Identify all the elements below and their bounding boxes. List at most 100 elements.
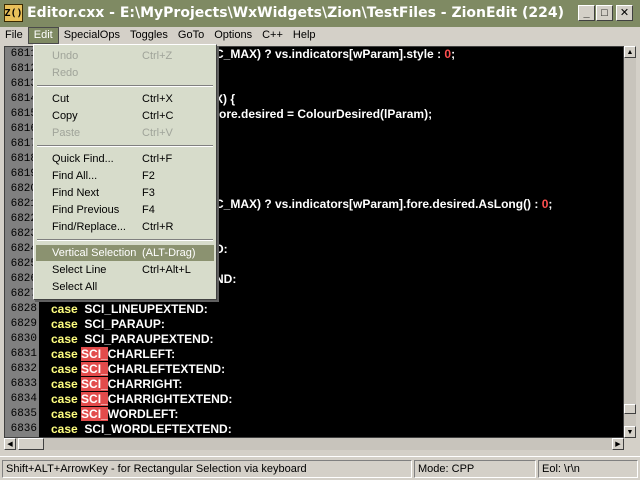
selection-highlight: SCI_ (81, 347, 108, 361)
menu-item-copy[interactable]: Copy Ctrl+C (36, 108, 214, 124)
menu-edit[interactable]: Edit (27, 27, 59, 44)
code-token: SCI_PARAUP: (81, 317, 165, 331)
code-text: C_MAX) ? vs.indicators[wParam].fore.desi… (215, 197, 552, 212)
code-token: SCI_WORDLEFTEXTEND: (81, 422, 232, 436)
menu-help[interactable]: Help (288, 27, 321, 44)
app-icon[interactable]: Z() (4, 4, 23, 22)
scroll-left-arrow-icon[interactable]: ◀ (4, 438, 16, 450)
code-token: SCI_LINEUPEXTEND: (81, 302, 208, 316)
close-button[interactable]: ✕ (616, 5, 633, 21)
code-text: X) { (215, 92, 235, 107)
title-bar: Z() Editor.cxx - E:\MyProjects\WxWidgets… (0, 0, 640, 27)
menu-item-quick-find[interactable]: Quick Find... Ctrl+F (36, 151, 214, 167)
scroll-down-arrow-icon[interactable]: ▼ (624, 426, 636, 438)
menu-item-undo[interactable]: Undo Ctrl+Z (36, 48, 214, 64)
code-line[interactable]: 6836 case SCI_WORDLEFTEXTEND: (5, 422, 623, 437)
scroll-up-arrow-icon[interactable]: ▲ (624, 46, 636, 58)
menu-separator (37, 85, 213, 87)
code-token: CHARLEFT: (107, 347, 176, 361)
scrollbar-corner (624, 438, 636, 450)
code-text: ND: (215, 272, 236, 287)
menu-file[interactable]: File (0, 27, 28, 44)
code-token: WORDLEFT: (107, 407, 179, 421)
code-line[interactable]: 6835 case SCI_WORDLEFT: (5, 407, 623, 422)
code-token: X) { (215, 92, 236, 106)
code-token: CHARRIGHT: (107, 377, 183, 391)
menu-item-select-all[interactable]: Select All (36, 279, 214, 295)
keyword-token: case (51, 422, 78, 436)
keyword-token: case (51, 407, 78, 421)
code-token: SCI_PARAUPEXTEND: (81, 332, 214, 346)
menu-toggles[interactable]: Toggles (125, 27, 173, 44)
line-number: 6830 (10, 333, 37, 345)
keyword-token: case (51, 332, 78, 346)
menu-separator (37, 239, 213, 241)
code-line[interactable]: 6829 case SCI_PARAUP: (5, 317, 623, 332)
line-number: 6835 (10, 408, 37, 420)
code-text: case SCI_WORDLEFT: (51, 407, 178, 422)
menu-goto[interactable]: GoTo (173, 27, 209, 44)
menu-bar: File Edit SpecialOps Toggles GoTo Option… (0, 27, 640, 44)
menu-item-find-all[interactable]: Find All... F2 (36, 168, 214, 184)
menu-item-find-next[interactable]: Find Next F3 (36, 185, 214, 201)
code-line[interactable]: 6830 case SCI_PARAUPEXTEND: (5, 332, 623, 347)
status-eol: Eol: \r\n (538, 460, 638, 478)
vertical-scroll-thumb[interactable] (624, 404, 636, 414)
window-title: Editor.cxx - E:\MyProjects\WxWidgets\Zio… (27, 5, 564, 21)
keyword-token: case (51, 392, 78, 406)
menu-item-find-previous[interactable]: Find Previous F4 (36, 202, 214, 218)
keyword-token: case (51, 317, 78, 331)
line-number: 6836 (10, 423, 37, 435)
horizontal-scrollbar[interactable]: ◀ ▶ (4, 438, 624, 450)
line-number: 6829 (10, 318, 37, 330)
line-number: 6833 (10, 378, 37, 390)
code-line[interactable]: 6833 case SCI_CHARRIGHT: (5, 377, 623, 392)
code-token: CHARRIGHTEXTEND: (107, 392, 233, 406)
status-hint: Shift+ALT+ArrowKey - for Rectangular Sel… (2, 460, 412, 478)
code-text: case SCI_CHARLEFT: (51, 347, 175, 362)
menu-item-redo[interactable]: Redo (36, 65, 214, 81)
code-text: case SCI_LINEUPEXTEND: (51, 302, 208, 317)
scroll-right-arrow-icon[interactable]: ▶ (612, 438, 624, 450)
minimize-button[interactable]: _ (578, 5, 595, 21)
code-token: fore.desired = ColourDesired(lParam); (215, 107, 433, 121)
status-bar: Shift+ALT+ArrowKey - for Rectangular Sel… (0, 456, 640, 480)
menu-item-select-line[interactable]: Select Line Ctrl+Alt+L (36, 262, 214, 278)
vertical-scrollbar[interactable]: ▲ ▼ (624, 46, 636, 438)
code-line[interactable]: 6834 case SCI_CHARRIGHTEXTEND: (5, 392, 623, 407)
menu-cpp[interactable]: C++ (257, 27, 288, 44)
line-number: 6831 (10, 348, 37, 360)
keyword-token: case (51, 362, 78, 376)
menu-item-paste[interactable]: Paste Ctrl+V (36, 125, 214, 141)
selection-highlight: SCI_ (81, 407, 108, 421)
maximize-button[interactable]: □ (596, 5, 613, 21)
menu-specialops[interactable]: SpecialOps (59, 27, 125, 44)
menu-item-vertical-selection[interactable]: Vertical Selection (ALT-Drag) (36, 245, 214, 261)
keyword-token: case (51, 302, 78, 316)
menu-options[interactable]: Options (209, 27, 257, 44)
edit-menu-dropdown: Undo Ctrl+Z Redo Cut Ctrl+X Copy Ctrl+C … (33, 44, 217, 300)
code-line[interactable]: 6828 case SCI_LINEUPEXTEND: (5, 302, 623, 317)
code-token: ; (451, 47, 456, 61)
menu-item-cut[interactable]: Cut Ctrl+X (36, 91, 214, 107)
code-token: ND: (215, 272, 237, 286)
selection-highlight: SCI_ (81, 392, 108, 406)
line-number: 6832 (10, 363, 37, 375)
code-text: case SCI_PARAUPEXTEND: (51, 332, 214, 347)
code-line[interactable]: 6831 case SCI_CHARLEFT: (5, 347, 623, 362)
horizontal-scroll-thumb[interactable] (18, 438, 44, 450)
code-text: case SCI_WORDLEFTEXTEND: (51, 422, 232, 437)
menu-item-find-replace[interactable]: Find/Replace... Ctrl+R (36, 219, 214, 235)
line-number: 6834 (10, 393, 37, 405)
keyword-token: case (51, 377, 78, 391)
code-text: case SCI_CHARLEFTEXTEND: (51, 362, 225, 377)
status-mode: Mode: CPP (414, 460, 536, 478)
keyword-token: case (51, 347, 78, 361)
code-text: case SCI_PARAUP: (51, 317, 165, 332)
menu-separator (37, 145, 213, 147)
code-token: C_MAX) ? vs.indicators[wParam].style : (215, 47, 445, 61)
code-token: CHARLEFTEXTEND: (107, 362, 226, 376)
selection-highlight: SCI_ (81, 362, 108, 376)
code-line[interactable]: 6832 case SCI_CHARLEFTEXTEND: (5, 362, 623, 377)
selection-highlight: SCI_ (81, 377, 108, 391)
